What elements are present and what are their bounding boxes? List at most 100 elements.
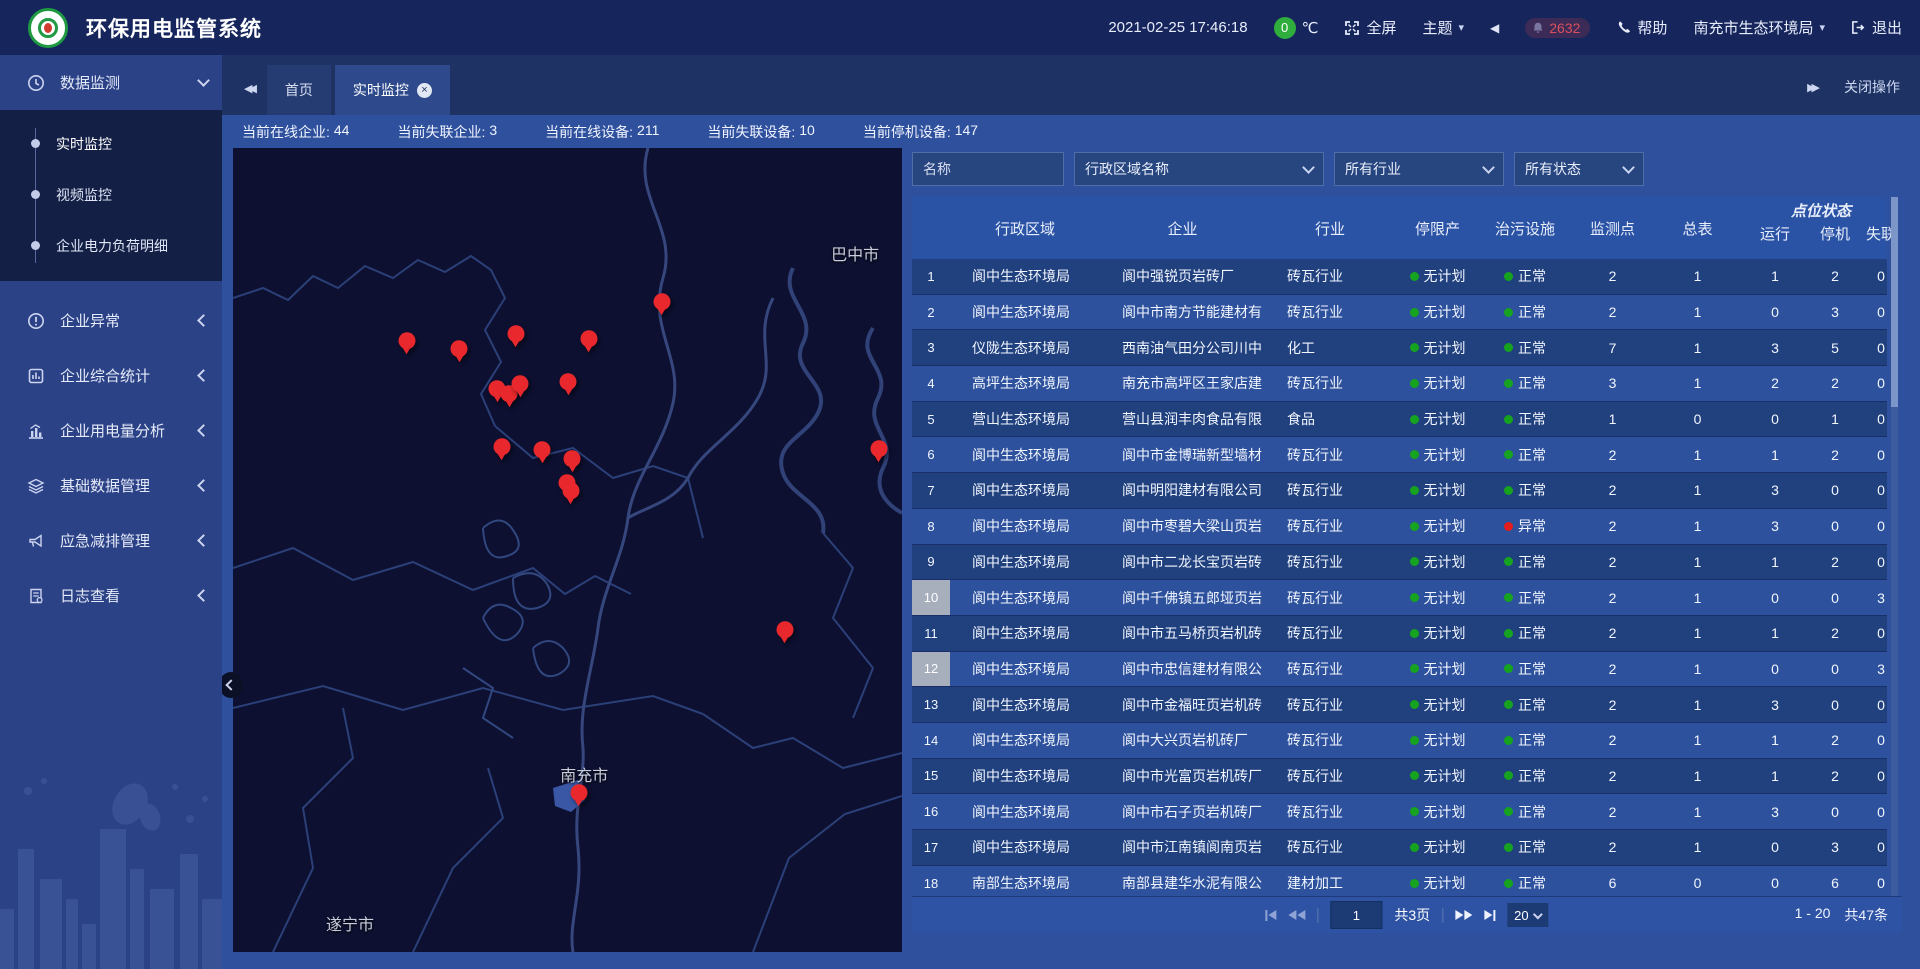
- sidebar-item-base-data[interactable]: 基础数据管理: [0, 458, 222, 513]
- status-dot-green: [1410, 593, 1419, 602]
- cell-plan: 无计划: [1395, 616, 1480, 651]
- table-row[interactable]: 8阆中生态环境局阆中市枣碧大梁山页岩砖瓦行业无计划异常21300: [912, 509, 1887, 545]
- table-row[interactable]: 7阆中生态环境局阆中明阳建材有限公司砖瓦行业无计划正常21300: [912, 473, 1887, 509]
- status-dot-green: [1410, 771, 1419, 780]
- fullscreen-button[interactable]: 全屏: [1344, 17, 1396, 38]
- cell-lost: 3: [1860, 652, 1887, 687]
- first-page-button[interactable]: [1265, 910, 1276, 921]
- cell-stop: 0: [1810, 473, 1860, 508]
- map-pin[interactable]: [560, 373, 577, 390]
- sidebar-item-data-monitoring[interactable]: 数据监测: [0, 55, 222, 110]
- map-pin[interactable]: [776, 621, 793, 638]
- org-dropdown[interactable]: 南充市生态环境局 ▾: [1693, 17, 1825, 38]
- table-row[interactable]: 9阆中生态环境局阆中市二龙长宝页岩砖砖瓦行业无计划正常21120: [912, 545, 1887, 581]
- table-row[interactable]: 16阆中生态环境局阆中市石子页岩机砖厂砖瓦行业无计划正常21300: [912, 794, 1887, 830]
- region-filter-select[interactable]: 行政区域名称: [1074, 152, 1324, 186]
- cell-region: 阆中生态环境局: [950, 580, 1100, 615]
- sidebar-item-enterprise-statistics[interactable]: 企业综合统计: [0, 348, 222, 403]
- status-dot-green: [1504, 664, 1513, 673]
- cell-industry: 砖瓦行业: [1265, 580, 1395, 615]
- col-run: 运行: [1740, 223, 1810, 259]
- stat-lost-devices: 当前失联设备10: [707, 122, 814, 142]
- map-pin[interactable]: [398, 332, 415, 349]
- cell-index: 7: [912, 473, 950, 508]
- sidebar: 数据监测 实时监控 视频监控 企业电力负荷明细 企业异常 企业综合统计 企业用电…: [0, 55, 222, 969]
- table-row[interactable]: 11阆中生态环境局阆中市五马桥页岩机砖砖瓦行业无计划正常21120: [912, 616, 1887, 652]
- table-row[interactable]: 18南部生态环境局南部县建华水泥有限公建材加工无计划正常60060: [912, 866, 1887, 896]
- table-row[interactable]: 14阆中生态环境局阆中大兴页岩机砖厂砖瓦行业无计划正常21120: [912, 723, 1887, 759]
- help-button[interactable]: 帮助: [1616, 17, 1667, 38]
- map-pin[interactable]: [653, 293, 670, 310]
- cell-stop: 2: [1810, 616, 1860, 651]
- map-pin[interactable]: [451, 340, 468, 357]
- status-dot-green: [1504, 308, 1513, 317]
- sidebar-item-emergency-reduction[interactable]: 应急减排管理: [0, 513, 222, 568]
- stats-bar: 当前在线企业44 当前失联企业3 当前在线设备211 当前失联设备10 当前停机…: [222, 115, 1920, 148]
- table-row[interactable]: 17阆中生态环境局阆中市江南镇阆南页岩砖瓦行业无计划正常21030: [912, 830, 1887, 866]
- table-row[interactable]: 15阆中生态环境局阆中市光富页岩机砖厂砖瓦行业无计划正常21120: [912, 759, 1887, 795]
- fullscreen-icon: [1344, 20, 1360, 36]
- theme-dropdown[interactable]: 主题 ▾: [1422, 17, 1464, 38]
- map-pin[interactable]: [493, 439, 510, 456]
- chevron-left-icon: [197, 479, 210, 492]
- map-pin[interactable]: [507, 325, 524, 342]
- industry-filter-select[interactable]: 所有行业: [1334, 152, 1504, 186]
- sidebar-item-enterprise-anomaly[interactable]: 企业异常: [0, 293, 222, 348]
- table-row[interactable]: 1阆中生态环境局阆中强锐页岩砖厂砖瓦行业无计划正常21120: [912, 259, 1887, 295]
- sidebar-item-power-load-detail[interactable]: 企业电力负荷明细: [0, 220, 222, 271]
- last-page-button[interactable]: [1484, 910, 1495, 921]
- map-pin[interactable]: [870, 440, 887, 457]
- speaker-icon[interactable]: ◀: [1490, 21, 1499, 35]
- tabs-scroll-left-icon[interactable]: ◀◀: [244, 82, 253, 95]
- status-dot-green: [1410, 308, 1419, 317]
- tabs-scroll-right-icon[interactable]: ▶▶: [1807, 81, 1816, 94]
- sidebar-item-realtime-monitoring[interactable]: 实时监控: [0, 118, 222, 169]
- page-number-input[interactable]: [1330, 901, 1382, 929]
- cell-plan: 无计划: [1395, 687, 1480, 722]
- status-dot-green: [1410, 807, 1419, 816]
- table-row[interactable]: 3仪陇生态环境局西南油气田分公司川中化工无计划正常71350: [912, 330, 1887, 366]
- cell-lost: 0: [1860, 794, 1887, 829]
- sidebar-item-log-view[interactable]: 日志查看: [0, 568, 222, 623]
- table-row[interactable]: 5营山生态环境局营山县润丰肉食品有限食品无计划正常10010: [912, 402, 1887, 438]
- page-size-select[interactable]: 20: [1507, 903, 1548, 927]
- sidebar-collapse-button[interactable]: [219, 672, 243, 698]
- name-filter-input[interactable]: [913, 161, 1063, 177]
- table-row[interactable]: 2阆中生态环境局阆中市南方节能建材有砖瓦行业无计划正常21030: [912, 295, 1887, 331]
- table-row[interactable]: 4高坪生态环境局南充市高坪区王家店建砖瓦行业无计划正常31220: [912, 366, 1887, 402]
- next-page-button[interactable]: [1455, 910, 1472, 920]
- tab-home[interactable]: 首页: [267, 65, 331, 115]
- cell-industry: 砖瓦行业: [1265, 830, 1395, 865]
- map-pin[interactable]: [512, 375, 529, 392]
- map-panel[interactable]: 巴中市 南充市 遂宁市: [233, 148, 902, 952]
- cell-lost: 0: [1860, 830, 1887, 865]
- notification-badge[interactable]: 2632: [1525, 18, 1590, 38]
- cell-company: 阆中市五马桥页岩机砖: [1100, 616, 1265, 651]
- map-pin[interactable]: [562, 482, 579, 499]
- table-scrollbar[interactable]: [1891, 197, 1898, 896]
- table-row[interactable]: 13阆中生态环境局阆中市金福旺页岩机砖砖瓦行业无计划正常21300: [912, 687, 1887, 723]
- table-row[interactable]: 12阆中生态环境局阆中市忠信建材有限公砖瓦行业无计划正常21003: [912, 652, 1887, 688]
- table-row[interactable]: 10阆中生态环境局阆中千佛镇五郎垭页岩砖瓦行业无计划正常21003: [912, 580, 1887, 616]
- cell-stop: 2: [1810, 437, 1860, 472]
- tab-realtime-monitoring[interactable]: 实时监控 ×: [335, 65, 450, 115]
- scrollbar-thumb[interactable]: [1891, 197, 1898, 407]
- map-pin[interactable]: [570, 784, 587, 801]
- cell-plan: 无计划: [1395, 759, 1480, 794]
- cell-index: 6: [912, 437, 950, 472]
- logout-button[interactable]: 退出: [1851, 17, 1902, 38]
- cell-run: 3: [1740, 473, 1810, 508]
- status-filter-select[interactable]: 所有状态: [1514, 152, 1644, 186]
- sidebar-item-video-monitoring[interactable]: 视频监控: [0, 169, 222, 220]
- close-icon[interactable]: ×: [417, 83, 432, 98]
- cell-plan: 无计划: [1395, 545, 1480, 580]
- chevron-left-icon: [197, 424, 210, 437]
- map-pin[interactable]: [564, 450, 581, 467]
- map-pin[interactable]: [534, 441, 551, 458]
- table-row[interactable]: 6阆中生态环境局阆中市金博瑞新型墙材砖瓦行业无计划正常21120: [912, 437, 1887, 473]
- chevron-left-icon: [197, 369, 210, 382]
- close-operations-button[interactable]: 关闭操作: [1844, 77, 1900, 97]
- sidebar-item-power-analysis[interactable]: 企业用电量分析: [0, 403, 222, 458]
- map-pin[interactable]: [580, 330, 597, 347]
- prev-page-button[interactable]: [1288, 910, 1305, 920]
